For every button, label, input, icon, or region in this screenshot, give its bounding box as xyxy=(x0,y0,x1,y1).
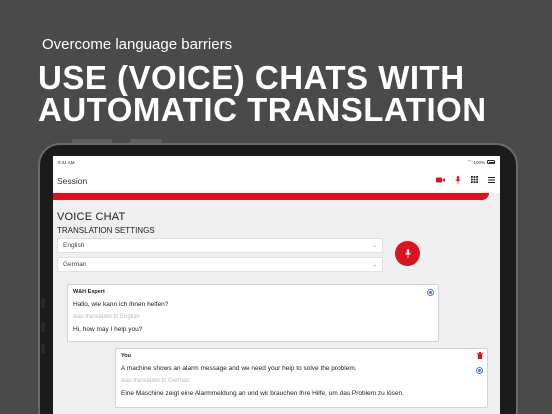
battery-icon xyxy=(487,160,495,164)
language-to-value: German xyxy=(63,261,87,268)
top-navbar: Session xyxy=(53,168,500,193)
wifi-icon: ◠ xyxy=(467,159,472,164)
menu-icon[interactable] xyxy=(488,176,495,185)
accent-bar xyxy=(53,193,489,200)
language-to-select[interactable]: German ⌄ xyxy=(57,257,383,272)
device-side-dot xyxy=(41,344,45,354)
video-icon[interactable] xyxy=(436,177,445,185)
status-time: 9:41 AM xyxy=(58,159,75,165)
microphone-icon[interactable] xyxy=(455,175,461,186)
info-icon[interactable] xyxy=(476,367,483,374)
trash-icon[interactable] xyxy=(477,352,483,361)
message-translation: Eine Maschine zeigt eine Alarmmeldung an… xyxy=(121,390,404,397)
language-from-value: English xyxy=(63,242,85,249)
promo-title-line1: USE (VOICE) CHATS WITH xyxy=(38,59,465,96)
promo-title: USE (VOICE) CHATS WITH AUTOMATIC TRANSLA… xyxy=(38,59,487,128)
record-voice-button[interactable] xyxy=(395,241,420,266)
promo-title-line2: AUTOMATIC TRANSLATION xyxy=(38,91,487,128)
voice-chat-heading: VOICE CHAT xyxy=(57,211,126,223)
status-bar: 9:41 AM ◠ 100% xyxy=(53,156,500,168)
message-original: Hallo, wie kann ich Ihnen helfen? xyxy=(73,301,169,308)
device-side-dot xyxy=(41,298,45,308)
translation-settings-heading: TRANSLATION SETTINGS xyxy=(57,226,155,235)
chevron-down-icon: ⌄ xyxy=(371,243,377,249)
page-title: Session xyxy=(57,175,88,186)
message-bubble-expert: W&H Expert Hallo, wie kann ich Ihnen hel… xyxy=(67,284,439,342)
navbar-actions xyxy=(436,175,495,186)
microphone-icon xyxy=(404,249,411,258)
message-sender: You xyxy=(121,353,131,359)
device-side-dot xyxy=(41,322,45,332)
message-translation: Hi, how may I help you? xyxy=(73,326,143,333)
app-screen: 9:41 AM ◠ 100% Session VOICE CHAT TRANSL xyxy=(53,156,500,414)
message-bubble-you: You A machine shows an alarm message and… xyxy=(115,348,488,408)
promo-subtitle: Overcome language barriers xyxy=(42,36,233,53)
grid-icon[interactable] xyxy=(471,176,478,185)
battery-percent: 100% xyxy=(473,159,485,165)
message-translated-note: was translated to English xyxy=(73,314,140,320)
voice-chat-panel: VOICE CHAT TRANSLATION SETTINGS xyxy=(53,211,500,235)
message-sender: W&H Expert xyxy=(73,289,105,295)
message-translated-note: was translated to German xyxy=(121,378,190,384)
message-original: A machine shows an alarm message and we … xyxy=(121,365,357,372)
language-from-select[interactable]: English ⌄ xyxy=(57,238,383,253)
chevron-down-icon: ⌄ xyxy=(371,262,377,268)
info-icon[interactable] xyxy=(427,289,434,296)
